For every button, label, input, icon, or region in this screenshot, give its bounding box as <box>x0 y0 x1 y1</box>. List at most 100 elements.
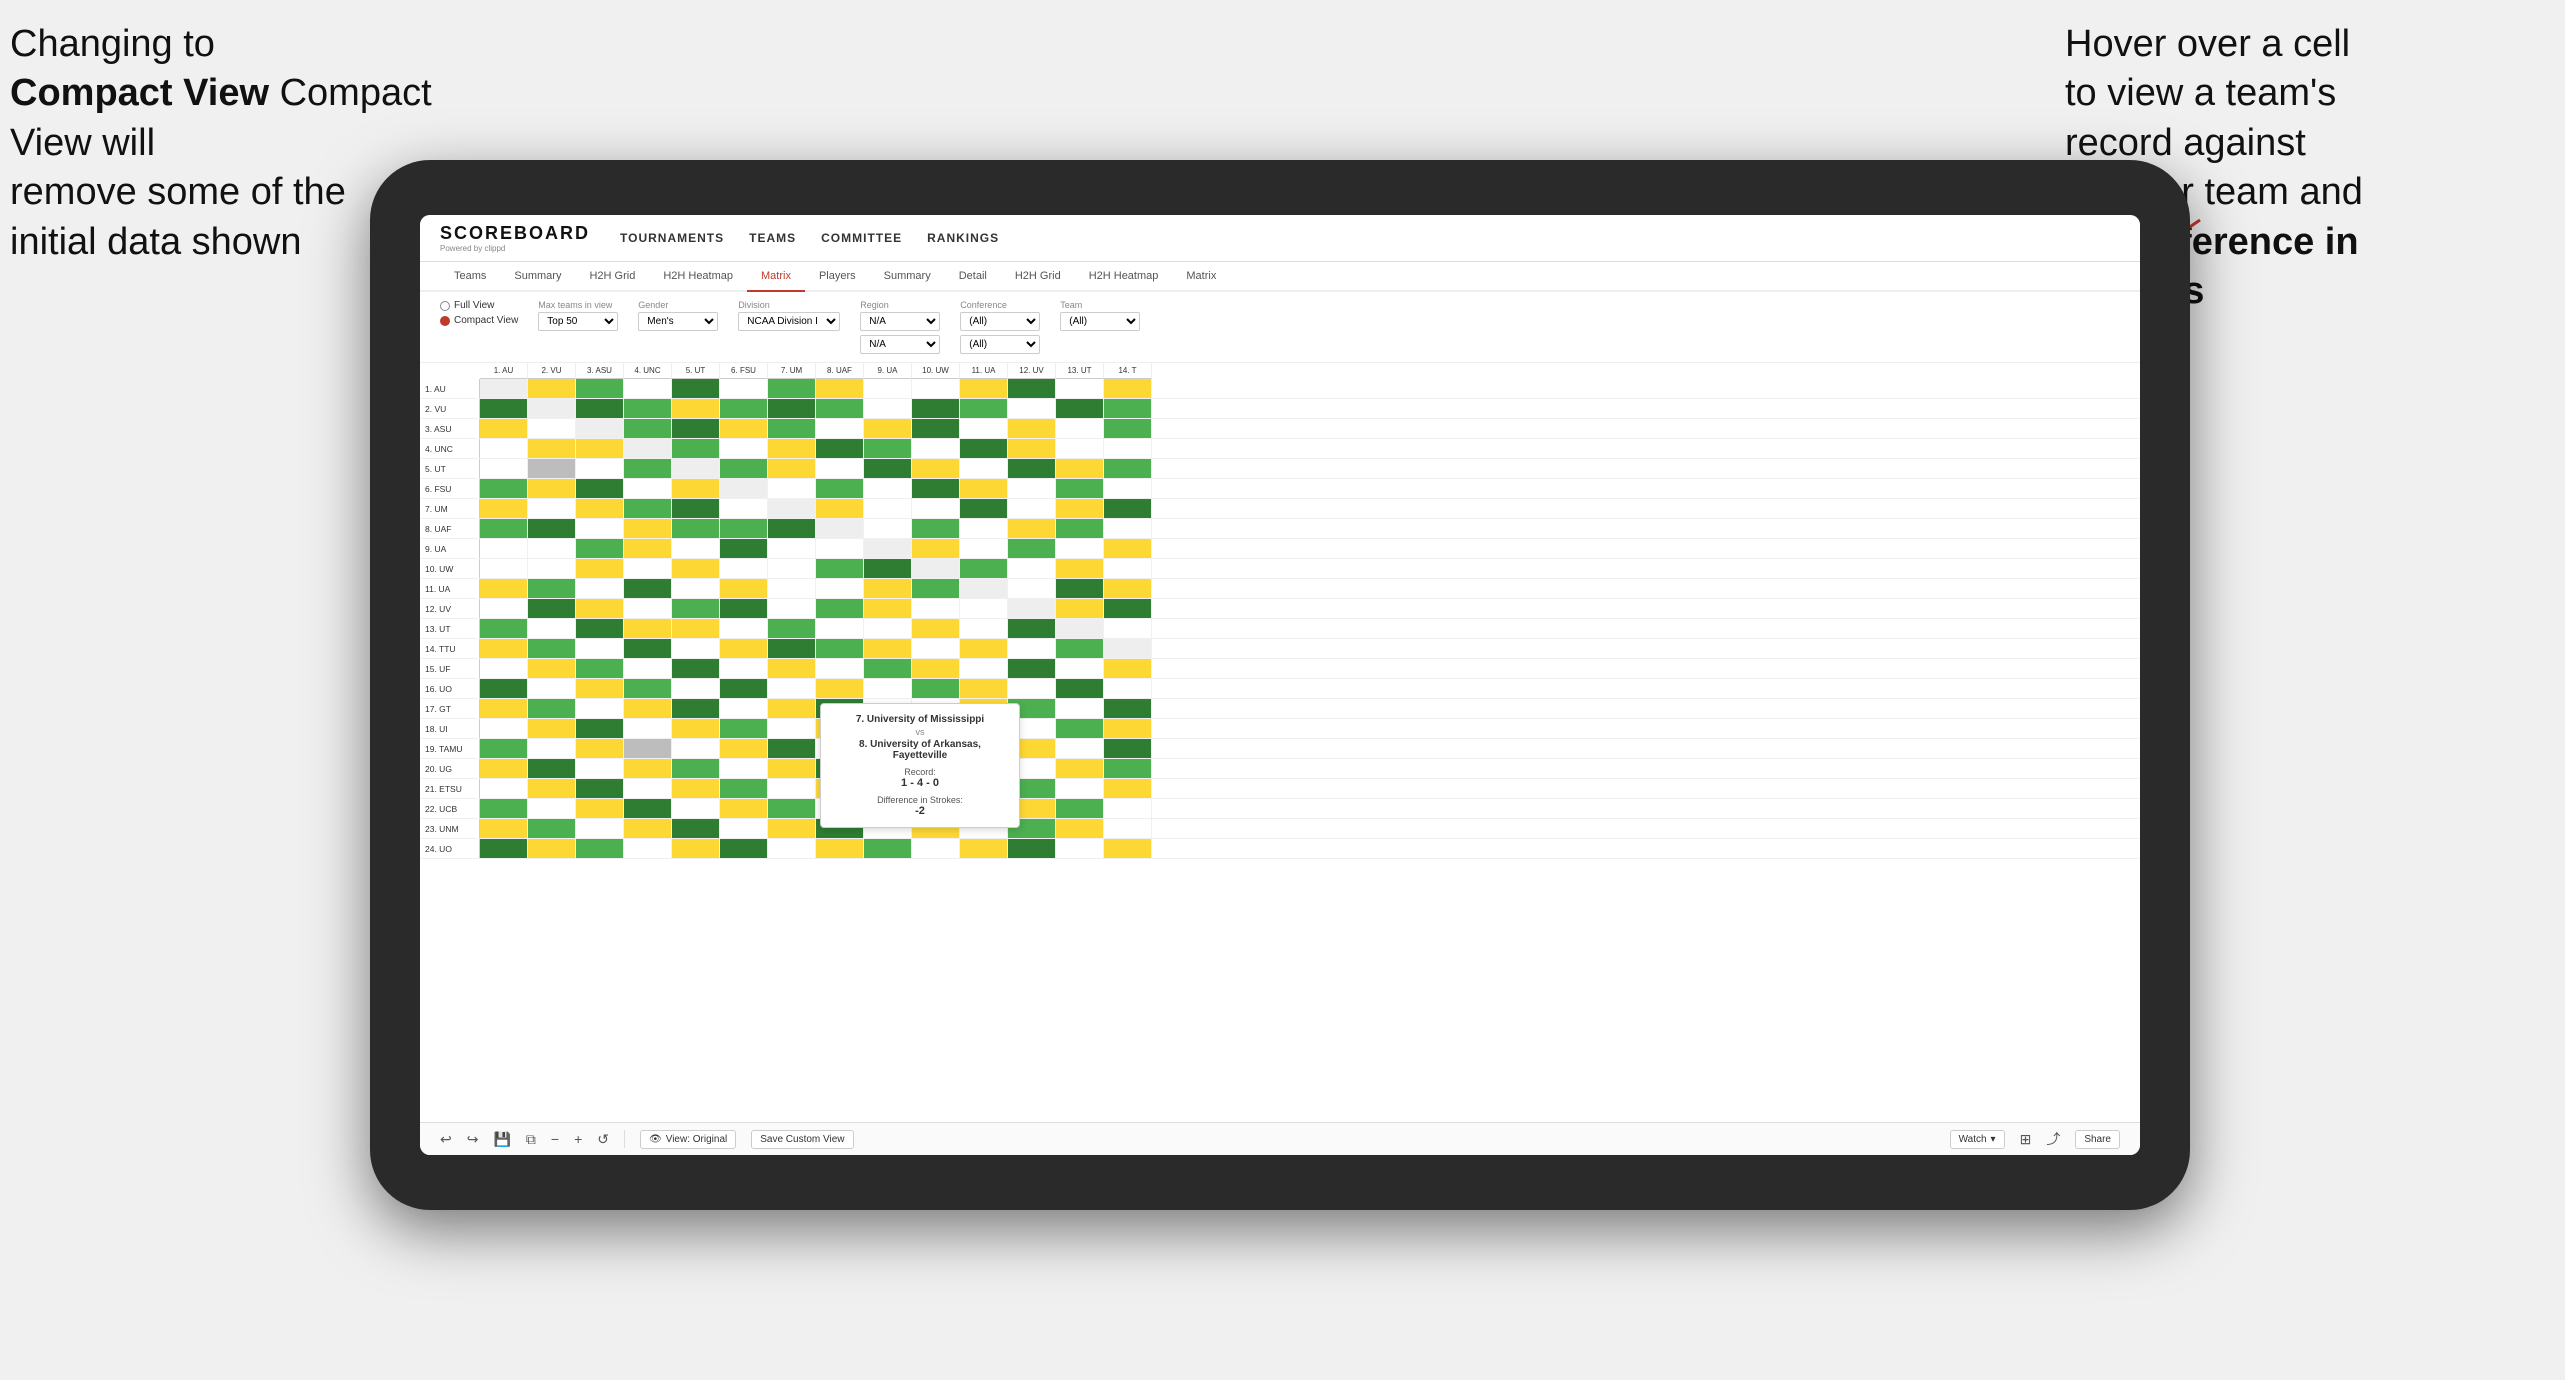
matrix-cell[interactable] <box>816 599 864 618</box>
matrix-cell[interactable] <box>960 539 1008 558</box>
matrix-cell[interactable] <box>912 439 960 458</box>
save-icon[interactable]: 💾 <box>493 1131 510 1148</box>
matrix-cell[interactable] <box>768 459 816 478</box>
matrix-cell[interactable] <box>624 679 672 698</box>
matrix-cell[interactable] <box>624 499 672 518</box>
matrix-cell[interactable] <box>1056 559 1104 578</box>
matrix-cell[interactable] <box>720 639 768 658</box>
matrix-cell[interactable] <box>528 539 576 558</box>
matrix-cell[interactable] <box>528 739 576 758</box>
matrix-cell[interactable] <box>960 639 1008 658</box>
matrix-cell[interactable] <box>768 759 816 778</box>
matrix-cell[interactable] <box>1008 399 1056 418</box>
matrix-cell[interactable] <box>960 679 1008 698</box>
matrix-cell[interactable] <box>1056 499 1104 518</box>
matrix-cell[interactable] <box>912 459 960 478</box>
matrix-cell[interactable] <box>912 839 960 858</box>
matrix-cell[interactable] <box>672 579 720 598</box>
conference-select[interactable]: (All) <box>960 312 1040 331</box>
matrix-cell[interactable] <box>624 799 672 818</box>
matrix-cell[interactable] <box>912 559 960 578</box>
matrix-cell[interactable] <box>624 459 672 478</box>
matrix-cell[interactable] <box>960 559 1008 578</box>
matrix-cell[interactable] <box>1056 699 1104 718</box>
matrix-cell[interactable] <box>480 679 528 698</box>
matrix-cell[interactable] <box>672 519 720 538</box>
matrix-cell[interactable] <box>768 719 816 738</box>
matrix-cell[interactable] <box>528 579 576 598</box>
matrix-cell[interactable] <box>672 819 720 838</box>
matrix-cell[interactable] <box>768 799 816 818</box>
matrix-cell[interactable] <box>912 659 960 678</box>
matrix-cell[interactable] <box>672 679 720 698</box>
matrix-cell[interactable] <box>816 579 864 598</box>
matrix-cell[interactable] <box>1008 439 1056 458</box>
matrix-cell[interactable] <box>864 519 912 538</box>
matrix-cell[interactable] <box>720 679 768 698</box>
matrix-cell[interactable] <box>672 779 720 798</box>
matrix-cell[interactable] <box>624 619 672 638</box>
matrix-cell[interactable] <box>480 559 528 578</box>
matrix-cell[interactable] <box>624 659 672 678</box>
matrix-cell[interactable] <box>1056 639 1104 658</box>
matrix-cell[interactable] <box>912 519 960 538</box>
matrix-cell[interactable] <box>816 679 864 698</box>
matrix-cell[interactable] <box>1104 739 1152 758</box>
matrix-cell[interactable] <box>528 619 576 638</box>
matrix-cell[interactable] <box>480 619 528 638</box>
matrix-cell[interactable] <box>1104 579 1152 598</box>
matrix-cell[interactable] <box>864 439 912 458</box>
matrix-cell[interactable] <box>1104 519 1152 538</box>
matrix-cell[interactable] <box>960 619 1008 638</box>
matrix-cell[interactable] <box>960 659 1008 678</box>
matrix-cell[interactable] <box>1104 439 1152 458</box>
matrix-cell[interactable] <box>720 559 768 578</box>
matrix-cell[interactable] <box>480 539 528 558</box>
division-select[interactable]: NCAA Division I <box>738 312 840 331</box>
matrix-cell[interactable] <box>480 699 528 718</box>
matrix-cell[interactable] <box>864 619 912 638</box>
matrix-cell[interactable] <box>912 399 960 418</box>
matrix-cell[interactable] <box>1008 659 1056 678</box>
matrix-cell[interactable] <box>480 599 528 618</box>
matrix-cell[interactable] <box>960 599 1008 618</box>
matrix-cell[interactable] <box>1008 619 1056 638</box>
matrix-cell[interactable] <box>816 439 864 458</box>
matrix-cell[interactable] <box>1056 839 1104 858</box>
zoom-minus-icon[interactable]: − <box>551 1131 559 1147</box>
matrix-cell[interactable] <box>576 379 624 398</box>
matrix-cell[interactable] <box>864 379 912 398</box>
matrix-cell[interactable] <box>624 739 672 758</box>
matrix-cell[interactable] <box>1056 759 1104 778</box>
matrix-cell[interactable] <box>816 559 864 578</box>
matrix-cell[interactable] <box>576 619 624 638</box>
matrix-cell[interactable] <box>768 739 816 758</box>
share-icon[interactable]: ⤴ <box>2046 1129 2060 1149</box>
zoom-plus-icon[interactable]: + <box>574 1131 582 1147</box>
matrix-cell[interactable] <box>864 559 912 578</box>
matrix-cell[interactable] <box>1104 819 1152 838</box>
sub-nav-h2hgrid1[interactable]: H2H Grid <box>575 262 649 292</box>
matrix-cell[interactable] <box>960 499 1008 518</box>
matrix-cell[interactable] <box>1056 619 1104 638</box>
matrix-cell[interactable] <box>528 699 576 718</box>
gender-select[interactable]: Men's <box>638 312 718 331</box>
matrix-cell[interactable] <box>528 839 576 858</box>
matrix-cell[interactable] <box>672 479 720 498</box>
watch-button[interactable]: Watch ▾ <box>1950 1130 2005 1149</box>
matrix-cell[interactable] <box>864 499 912 518</box>
matrix-cell[interactable] <box>864 839 912 858</box>
matrix-cell[interactable] <box>816 379 864 398</box>
matrix-cell[interactable] <box>1104 559 1152 578</box>
matrix-cell[interactable] <box>960 399 1008 418</box>
matrix-cell[interactable] <box>624 419 672 438</box>
matrix-cell[interactable] <box>768 399 816 418</box>
matrix-cell[interactable] <box>1104 479 1152 498</box>
matrix-cell[interactable] <box>720 799 768 818</box>
nav-teams[interactable]: TEAMS <box>749 226 796 250</box>
matrix-cell[interactable] <box>768 639 816 658</box>
matrix-cell[interactable] <box>960 479 1008 498</box>
undo-icon[interactable]: ↩ <box>440 1131 452 1148</box>
sub-nav-summary2[interactable]: Summary <box>870 262 945 292</box>
matrix-cell[interactable] <box>864 399 912 418</box>
